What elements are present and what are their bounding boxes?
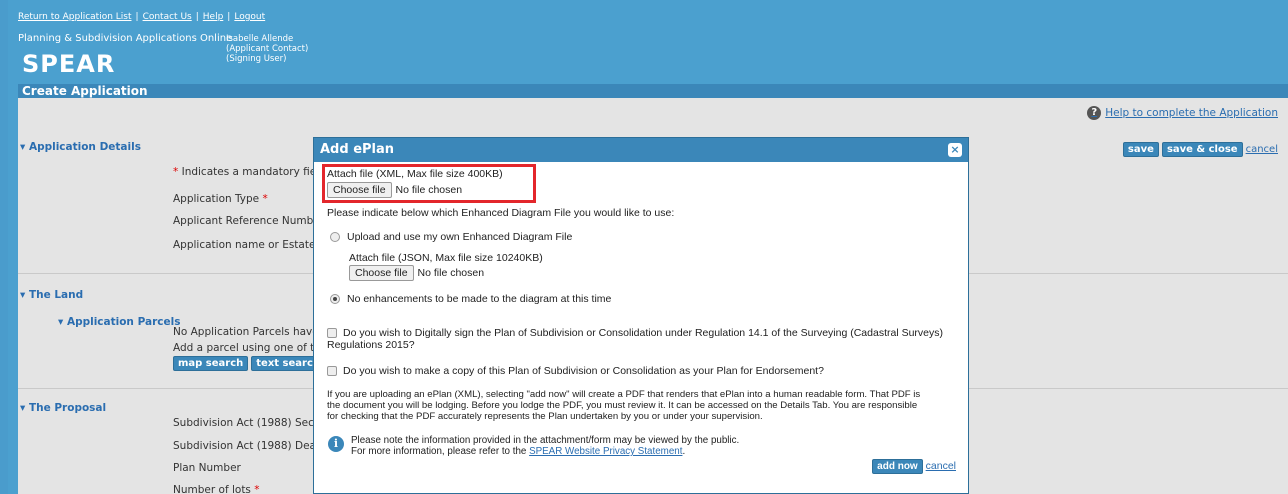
- nav-separator: |: [135, 12, 139, 22]
- dialog-title: Add ePlan: [320, 142, 395, 157]
- cancel-link[interactable]: cancel: [1246, 144, 1278, 155]
- logout-link[interactable]: Logout: [234, 12, 265, 22]
- copy-plan-label: Do you wish to make a copy of this Plan …: [343, 365, 824, 377]
- user-info: Isabelle Allende (Applicant Contact) (Si…: [226, 34, 308, 64]
- info-icon: i: [328, 436, 344, 452]
- section-the-land[interactable]: ▾ The Land: [20, 289, 83, 301]
- privacy-notice-line1: Please note the information provided in …: [351, 435, 740, 446]
- copy-plan-checkbox[interactable]: [327, 366, 337, 377]
- applicant-reference-label: Applicant Reference Number: [173, 215, 325, 227]
- plan-number-label: Plan Number: [173, 462, 241, 474]
- privacy-notice-line2: For more information, please refer to th…: [351, 446, 527, 457]
- app-name: Planning & Subdivision Applications Onli…: [18, 33, 233, 44]
- number-of-lots-label: Number of lots *: [173, 484, 260, 494]
- section-application-parcels[interactable]: ▾ Application Parcels: [58, 316, 180, 328]
- privacy-notice: Please note the information provided in …: [351, 435, 739, 457]
- form-actions: save save & close cancel: [1122, 142, 1278, 157]
- parcel-search-buttons: map search text search: [173, 356, 326, 371]
- digital-sign-label-1: Do you wish to Digitally sign the Plan o…: [343, 327, 943, 339]
- attach-xml-label: Attach file (XML, Max file size 400KB): [327, 168, 503, 180]
- xml-file-input: Choose file No file chosen: [327, 182, 462, 198]
- option-no-enhancements[interactable]: No enhancements to be made to the diagra…: [330, 293, 611, 305]
- application-type-text: Application Type: [173, 193, 260, 205]
- number-of-lots-text: Number of lots: [173, 484, 251, 494]
- option-no-enhancements-label: No enhancements to be made to the diagra…: [347, 293, 612, 305]
- help-to-complete-link[interactable]: ? Help to complete the Application: [1087, 106, 1278, 120]
- help-icon: ?: [1087, 106, 1102, 120]
- dialog-cancel-link[interactable]: cancel: [926, 460, 956, 472]
- eplan-info-line: If you are uploading an ePlan (XML), sel…: [327, 389, 921, 400]
- section-application-details[interactable]: ▾ Application Details: [20, 141, 141, 153]
- page-title: Create Application: [18, 84, 1288, 98]
- digital-sign-option[interactable]: Do you wish to Digitally sign the Plan o…: [327, 327, 943, 351]
- help-link[interactable]: Help: [203, 12, 224, 22]
- eplan-info-paragraph: If you are uploading an ePlan (XML), sel…: [327, 389, 920, 422]
- json-choose-file-button[interactable]: Choose file: [349, 265, 414, 281]
- eplan-info-line: for checking that the PDF accurately rep…: [327, 411, 763, 422]
- digital-sign-checkbox[interactable]: [327, 328, 337, 339]
- map-search-button[interactable]: map search: [173, 356, 249, 371]
- mandatory-note-text: Indicates a mandatory field: [181, 166, 326, 178]
- save-close-button[interactable]: save & close: [1161, 142, 1243, 157]
- return-to-list-link[interactable]: Return to Application List: [18, 12, 132, 22]
- top-nav: Return to Application List | Contact Us | He…: [18, 12, 265, 22]
- attach-json-label: Attach file (JSON, Max file size 10240KB…: [349, 252, 543, 264]
- radio-no-enhancements[interactable]: [330, 294, 340, 305]
- close-icon[interactable]: ×: [948, 143, 962, 157]
- save-button[interactable]: save: [1122, 142, 1159, 157]
- section-the-land-title: The Land: [28, 289, 84, 301]
- application-type-label: Application Type *: [173, 193, 268, 205]
- indicate-text: Please indicate below which Enhanced Dia…: [327, 207, 675, 219]
- help-to-complete-text[interactable]: Help to complete the Application: [1105, 107, 1278, 119]
- user-role-signing: (Signing User): [226, 54, 287, 64]
- user-name: Isabelle Allende: [226, 34, 294, 44]
- xml-no-file-text: No file chosen: [395, 184, 463, 196]
- mandatory-note: * Indicates a mandatory field: [173, 166, 326, 178]
- section-application-parcels-title: Application Parcels: [66, 316, 181, 328]
- dialog-title-bar: Add ePlan ×: [314, 138, 968, 162]
- section-the-proposal[interactable]: ▾ The Proposal: [20, 402, 106, 414]
- json-no-file-text: No file chosen: [417, 267, 485, 279]
- xml-choose-file-button[interactable]: Choose file: [327, 182, 392, 198]
- user-role-applicant: (Applicant Contact): [226, 44, 309, 54]
- spear-logo: SPEAR: [22, 50, 116, 78]
- privacy-statement-link[interactable]: SPEAR Website Privacy Statement: [529, 446, 682, 457]
- option-upload-own-label: Upload and use my own Enhanced Diagram F…: [347, 231, 573, 243]
- add-eplan-dialog: Add ePlan × Attach file (XML, Max file s…: [313, 137, 969, 494]
- json-file-input: Choose file No file chosen: [349, 265, 484, 281]
- section-the-proposal-title: The Proposal: [28, 402, 107, 414]
- contact-us-link[interactable]: Contact Us: [143, 12, 192, 22]
- digital-sign-label-2: Regulations 2015?: [327, 339, 415, 351]
- copy-plan-option[interactable]: Do you wish to make a copy of this Plan …: [327, 365, 824, 377]
- nav-separator: |: [227, 12, 231, 22]
- radio-upload-own[interactable]: [330, 232, 340, 243]
- add-now-button[interactable]: add now: [872, 459, 923, 474]
- section-application-details-title: Application Details: [28, 141, 141, 153]
- subdivision-section-text: Subdivision Act (1988) Section: [173, 417, 334, 429]
- option-upload-own[interactable]: Upload and use my own Enhanced Diagram F…: [330, 231, 572, 243]
- privacy-notice-end: .: [682, 446, 686, 457]
- nav-separator: |: [195, 12, 199, 22]
- eplan-info-line: the document you will be lodging. Before…: [327, 400, 918, 411]
- dialog-actions: add now cancel: [872, 459, 956, 474]
